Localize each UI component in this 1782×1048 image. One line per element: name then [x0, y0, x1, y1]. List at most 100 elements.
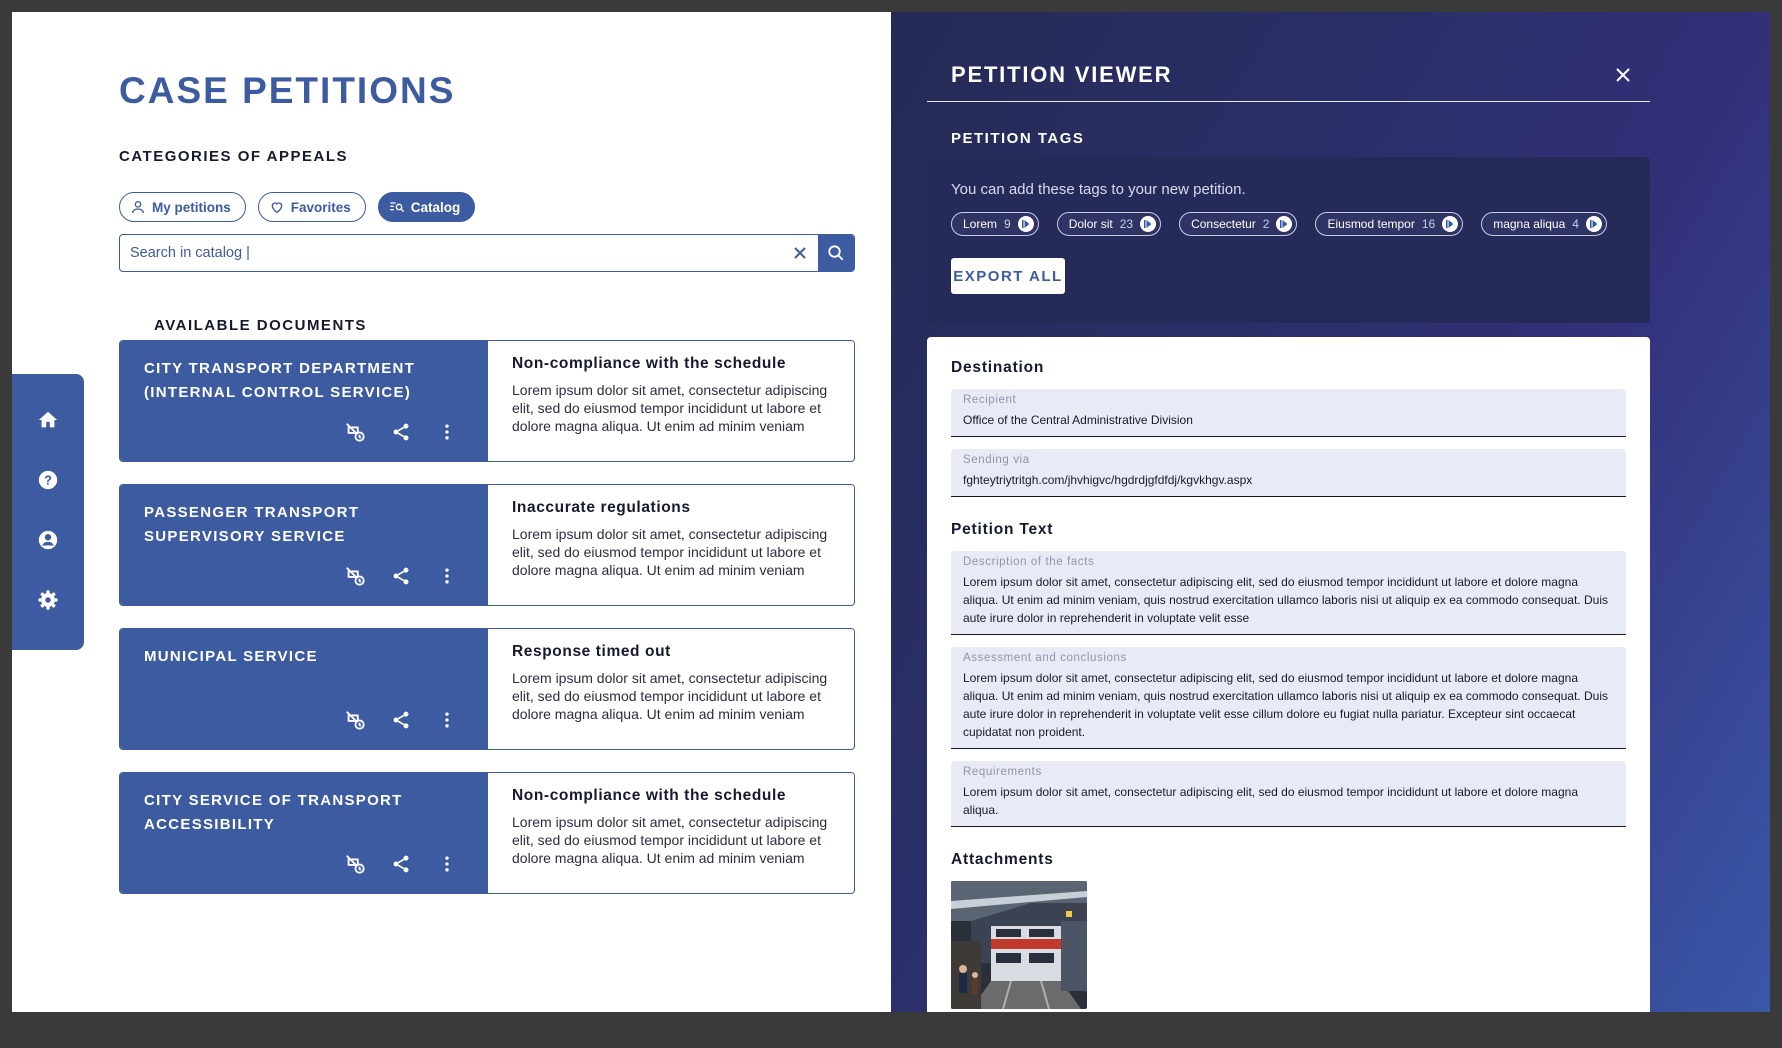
document-title: Non-compliance with the schedule [512, 787, 787, 804]
document-title: Non-compliance with the schedule [512, 355, 787, 372]
share-button[interactable] [390, 565, 412, 587]
tag-chip[interactable]: Lorem 9 [951, 212, 1039, 236]
document-text: Lorem ipsum dolor sit amet, consectetur … [512, 814, 828, 866]
requirements-field[interactable]: Requirements Lorem ipsum dolor sit amet,… [951, 761, 1626, 827]
department-name: CITY TRANSPORT DEPARTMENT (INTERNAL CONT… [144, 360, 416, 401]
settings-icon [38, 590, 58, 610]
person-icon [132, 201, 144, 214]
categories-title: CATEGORIES OF APPEALS [119, 148, 349, 165]
department-name: PASSENGER TRANSPORT SUPERVISORY SERVICE [144, 504, 360, 545]
tag-label: Eiusmod tempor [1327, 217, 1415, 231]
sending-via-value: fghteytriytritgh.com/jhvhigvc/hgdrdjgfdf… [963, 473, 1253, 487]
share-icon [393, 423, 409, 441]
nav-settings[interactable] [36, 588, 60, 612]
assessment-label: Assessment and conclusions [963, 652, 1127, 664]
close-viewer-button[interactable] [1612, 64, 1634, 86]
document-department: PASSENGER TRANSPORT SUPERVISORY SERVICE [120, 485, 488, 605]
add-tag-icon[interactable] [1442, 216, 1459, 232]
nav-home[interactable] [36, 408, 60, 432]
recipient-field[interactable]: Recipient Office of the Central Administ… [951, 389, 1626, 437]
tag-chip[interactable]: magna aliqua 4 [1481, 212, 1607, 236]
help-icon: ? [38, 470, 58, 490]
share-button[interactable] [390, 421, 412, 443]
document-text: Lorem ipsum dolor sit amet, consectetur … [512, 670, 828, 722]
document-card[interactable]: MUNICIPAL SERVICE Response timed out Lor… [119, 628, 855, 750]
facts-value: Lorem ipsum dolor sit amet, consectetur … [963, 575, 1608, 625]
search-button[interactable] [818, 235, 854, 271]
viewer-title: PETITION VIEWER [951, 62, 1173, 87]
tag-chip[interactable]: Consectetur 2 [1179, 212, 1298, 236]
schedule-button[interactable] [344, 421, 366, 443]
tab-catalog[interactable]: Catalog [377, 192, 476, 222]
add-tag-icon[interactable] [1017, 216, 1034, 232]
card-actions [344, 709, 458, 731]
share-button[interactable] [390, 709, 412, 731]
petition-text-title: Petition Text [951, 521, 1054, 538]
more-vertical-icon [445, 856, 449, 872]
document-card[interactable]: CITY SERVICE OF TRANSPORT ACCESSIBILITY … [119, 772, 855, 894]
catalog-search [119, 234, 855, 272]
nav-help[interactable]: ? [36, 468, 60, 492]
more-vertical-icon [445, 712, 449, 728]
search-icon [828, 245, 844, 261]
catalog-search-icon [390, 202, 404, 213]
tag-label: Dolor sit [1068, 217, 1113, 231]
tag-chip[interactable]: Eiusmod tempor 16 [1315, 212, 1464, 236]
side-nav: ? [12, 374, 84, 650]
share-icon [393, 567, 409, 585]
tab-my-petitions[interactable]: My petitions [119, 192, 246, 222]
add-tag-icon[interactable] [1585, 216, 1602, 232]
nav-account[interactable] [36, 528, 60, 552]
schedule-button[interactable] [344, 709, 366, 731]
documents-list: CITY TRANSPORT DEPARTMENT (INTERNAL CONT… [119, 340, 855, 916]
assessment-field[interactable]: Assessment and conclusions Lorem ipsum d… [951, 647, 1626, 749]
tags-box: You can add these tags to your new petit… [927, 157, 1650, 323]
attachments-title: Attachments [951, 851, 1054, 868]
recipient-value: Office of the Central Administrative Div… [963, 413, 1193, 427]
more-button[interactable] [436, 853, 458, 875]
account-icon [38, 530, 58, 550]
requirements-label: Requirements [963, 766, 1042, 778]
share-icon [393, 855, 409, 873]
attachment-thumbnail[interactable] [951, 881, 1087, 1009]
add-tag-icon[interactable] [1276, 216, 1293, 232]
close-icon [1616, 68, 1630, 82]
more-button[interactable] [436, 709, 458, 731]
more-vertical-icon [445, 424, 449, 440]
clear-search-button[interactable] [782, 235, 818, 271]
more-button[interactable] [436, 565, 458, 587]
home-icon [38, 411, 58, 428]
sending-via-field[interactable]: Sending via fghteytriytritgh.com/jhvhigv… [951, 449, 1626, 497]
document-department: CITY TRANSPORT DEPARTMENT (INTERNAL CONT… [120, 341, 488, 461]
tag-chip[interactable]: Dolor sit 23 [1056, 212, 1162, 236]
schedule-button[interactable] [344, 853, 366, 875]
tags-title: PETITION TAGS [951, 130, 1085, 147]
card-actions [344, 421, 458, 443]
document-department: CITY SERVICE OF TRANSPORT ACCESSIBILITY [120, 773, 488, 893]
document-card[interactable]: CITY TRANSPORT DEPARTMENT (INTERNAL CONT… [119, 340, 855, 462]
recipient-label: Recipient [963, 394, 1017, 406]
share-button[interactable] [390, 853, 412, 875]
documents-title: AVAILABLE DOCUMENTS [154, 317, 367, 334]
add-tag-icon[interactable] [1140, 216, 1157, 232]
document-card[interactable]: PASSENGER TRANSPORT SUPERVISORY SERVICE … [119, 484, 855, 606]
more-button[interactable] [436, 421, 458, 443]
petition-detail: Destination Recipient Office of the Cent… [927, 337, 1650, 1012]
close-icon [794, 247, 806, 259]
facts-label: Description of the facts [963, 556, 1095, 568]
tab-favorites[interactable]: Favorites [257, 192, 366, 222]
department-name: MUNICIPAL SERVICE [144, 648, 318, 665]
export-all-button[interactable]: EXPORT ALL [951, 258, 1065, 294]
facts-field[interactable]: Description of the facts Lorem ipsum dol… [951, 551, 1626, 635]
schedule-button[interactable] [344, 565, 366, 587]
category-tabs: My petitions Favorites Catalog [119, 192, 476, 222]
tag-count: 9 [1004, 217, 1011, 231]
requirements-value: Lorem ipsum dolor sit amet, consectetur … [963, 785, 1578, 817]
document-title: Response timed out [512, 643, 671, 660]
share-icon [393, 711, 409, 729]
heart-icon [271, 202, 283, 214]
page-title: CASE PETITIONS [119, 70, 456, 111]
document-body: Response timed out Lorem ipsum dolor sit… [488, 629, 854, 749]
search-input[interactable] [120, 235, 782, 271]
card-actions [344, 565, 458, 587]
